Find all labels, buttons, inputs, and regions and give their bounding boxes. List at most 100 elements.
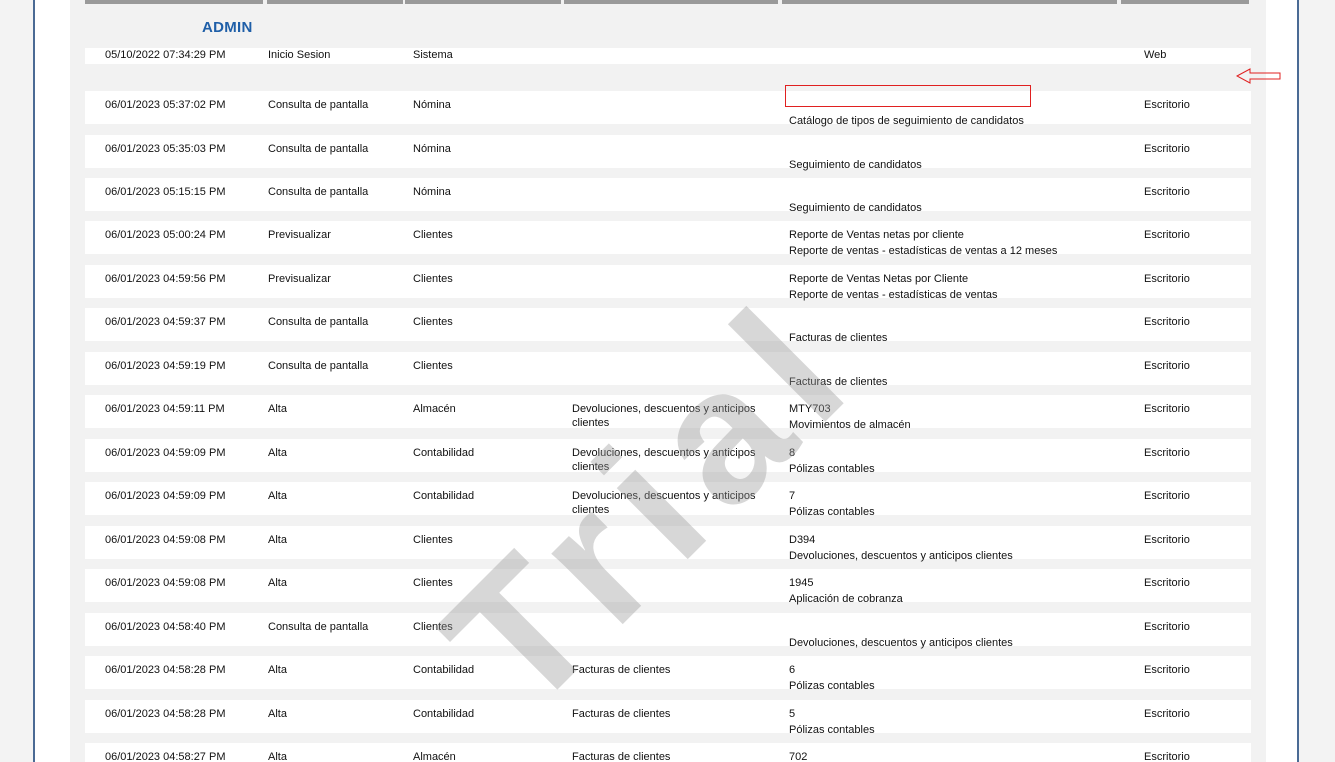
action-cell: Consulta de pantalla [268, 99, 369, 111]
detail-line: 1945 [789, 577, 814, 589]
origin-cell: Escritorio [1144, 99, 1190, 111]
module-cell: Sistema [413, 49, 453, 61]
highlight-box [785, 85, 1031, 107]
module-cell: Almacén [413, 403, 456, 415]
module-cell: Clientes [413, 273, 453, 285]
action-cell: Alta [268, 708, 287, 720]
action-cell: Inicio Sesion [268, 49, 331, 61]
detail-line: D394 [789, 534, 816, 546]
detail-line: MTY703 [789, 403, 831, 415]
detail-line: Reporte de Ventas Netas por Cliente [789, 273, 969, 285]
detail-line: 6 [789, 664, 796, 676]
date-cell: 06/01/2023 04:59:09 PM [105, 490, 226, 502]
detail-line: 5 [789, 708, 796, 720]
detail-cell: Facturas de clientes [789, 359, 887, 389]
document-cell: Devoluciones, descuentos y anticipos cli… [572, 403, 756, 429]
detail-line: Reporte de Ventas netas por cliente [789, 229, 964, 241]
detail-line [789, 315, 887, 329]
column-header-bar [85, 0, 263, 4]
detail-cell: 702 [789, 750, 807, 762]
origin-cell: Escritorio [1144, 316, 1190, 328]
column-header-bar [1121, 0, 1249, 4]
document-cell: Facturas de clientes [572, 751, 671, 762]
module-cell: Clientes [413, 229, 453, 241]
action-cell: Alta [268, 534, 287, 546]
action-cell: Alta [268, 664, 287, 676]
detail-line [789, 142, 922, 156]
detail-line: Pólizas contables [789, 724, 875, 736]
detail-line: Devoluciones, descuentos y anticipos cli… [789, 637, 1013, 649]
detail-cell: Reporte de Ventas Netas por Cliente Repor… [789, 272, 998, 302]
table-row: 06/01/2023 04:59:19 PM Consulta de pantal… [85, 352, 1251, 388]
origin-cell: Escritorio [1144, 273, 1190, 285]
detail-cell: MTY703 Movimientos de almacén [789, 402, 911, 432]
column-header-bar [267, 0, 403, 4]
date-cell: 06/01/2023 04:59:37 PM [105, 316, 226, 328]
detail-cell: Seguimiento de candidatos [789, 142, 922, 172]
detail-cell: D394 Devoluciones, descuentos y anticipos… [789, 533, 1013, 563]
detail-line [789, 620, 1013, 634]
table-row: 06/01/2023 04:59:11 PM Alta Almacén Devoluc… [85, 395, 1251, 431]
date-cell: 06/01/2023 04:59:19 PM [105, 360, 226, 372]
date-cell: 06/01/2023 04:59:09 PM [105, 447, 226, 459]
document-cell: Devoluciones, descuentos y anticipos cli… [572, 490, 756, 516]
detail-line: 702 [789, 751, 808, 762]
action-cell: Alta [268, 447, 287, 459]
date-cell: 06/01/2023 04:58:28 PM [105, 664, 226, 676]
date-cell: 06/01/2023 04:58:40 PM [105, 621, 226, 633]
date-cell: 06/01/2023 04:59:56 PM [105, 273, 226, 285]
origin-cell: Escritorio [1144, 360, 1190, 372]
origin-cell: Web [1144, 49, 1167, 61]
detail-line: Devoluciones, descuentos y anticipos cli… [789, 550, 1013, 562]
origin-cell: Escritorio [1144, 664, 1190, 676]
table-row: 06/01/2023 05:15:15 PM Consulta de pantal… [85, 178, 1251, 214]
origin-cell: Escritorio [1144, 403, 1190, 415]
module-cell: Clientes [413, 360, 453, 372]
column-header-bar [564, 0, 778, 4]
action-cell: Consulta de pantalla [268, 621, 369, 633]
document-cell: Facturas de clientes [572, 708, 671, 720]
action-cell: Consulta de pantalla [268, 143, 369, 155]
origin-cell: Escritorio [1144, 577, 1190, 589]
module-cell: Contabilidad [413, 447, 475, 459]
module-cell: Clientes [413, 316, 453, 328]
date-cell: 06/01/2023 05:35:03 PM [105, 143, 226, 155]
date-cell: 05/10/2022 07:34:29 PM [105, 49, 226, 61]
column-header-bar [405, 0, 561, 4]
date-cell: 06/01/2023 04:59:08 PM [105, 577, 226, 589]
table-row: 06/01/2023 04:59:08 PM Alta Clientes D394 De… [85, 526, 1251, 562]
detail-line: Aplicación de cobranza [789, 593, 903, 605]
date-cell: 06/01/2023 05:15:15 PM [105, 186, 226, 198]
table-row: 06/01/2023 04:58:40 PM Consulta de pantal… [85, 613, 1251, 649]
module-cell: Contabilidad [413, 490, 475, 502]
module-cell: Clientes [413, 621, 453, 633]
left-arrow-icon [1236, 68, 1281, 84]
origin-cell: Escritorio [1144, 490, 1190, 502]
table-row: 06/01/2023 04:58:28 PM Alta Contabilidad Fa… [85, 656, 1251, 692]
detail-cell: Seguimiento de candidatos [789, 185, 922, 215]
table-row: 06/01/2023 04:59:09 PM Alta Contabilidad De… [85, 439, 1251, 475]
detail-cell: 8 Pólizas contables [789, 446, 875, 476]
table-row: 06/01/2023 04:59:56 PM Previsualizar Clien… [85, 265, 1251, 301]
detail-line: Facturas de clientes [789, 332, 888, 344]
table-row: 06/01/2023 04:58:28 PM Alta Contabilidad Fa… [85, 700, 1251, 736]
action-cell: Consulta de pantalla [268, 360, 369, 372]
date-cell: 06/01/2023 04:58:28 PM [105, 708, 226, 720]
action-cell: Previsualizar [268, 273, 331, 285]
detail-cell: 5 Pólizas contables [789, 707, 875, 737]
detail-line: Seguimiento de candidatos [789, 159, 922, 171]
date-cell: 06/01/2023 05:00:24 PM [105, 229, 226, 241]
detail-line: Reporte de ventas - estadísticas de vent… [789, 289, 998, 301]
module-cell: Almacén [413, 751, 456, 762]
module-cell: Nómina [413, 143, 451, 155]
module-cell: Contabilidad [413, 708, 475, 720]
action-cell: Alta [268, 490, 287, 502]
detail-cell: 7 Pólizas contables [789, 489, 875, 519]
origin-cell: Escritorio [1144, 621, 1190, 633]
detail-cell: 6 Pólizas contables [789, 663, 875, 693]
table-row: 06/01/2023 04:59:09 PM Alta Contabilidad De… [85, 482, 1251, 518]
detail-line: Seguimiento de candidatos [789, 202, 922, 214]
report-panel: ADMIN 05/10/2022 07:34:29 PM Inicio Sesio… [70, 0, 1266, 762]
action-cell: Alta [268, 751, 287, 762]
detail-line: Pólizas contables [789, 680, 875, 692]
